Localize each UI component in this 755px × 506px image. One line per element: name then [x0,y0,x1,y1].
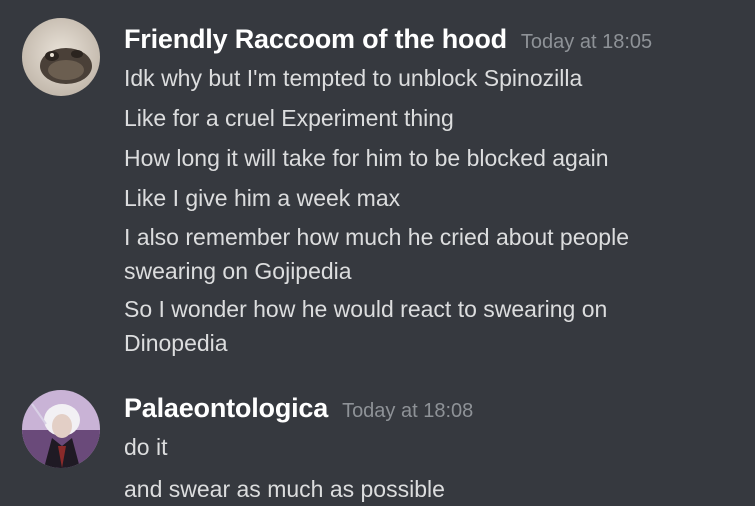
author-name[interactable]: Friendly Raccoom of the hood [124,24,507,54]
message-line: I also remember how much he cried about … [124,224,630,284]
message-timestamp: Today at 18:05 [520,31,653,53]
message-line: How long it will take for him to be bloc… [124,145,609,171]
message-line: Like I give him a week max [124,185,401,211]
message-header: Friendly Raccoom of the hood Today at 18:… [124,24,652,55]
white-haired-character-avatar-icon[interactable] [22,390,100,468]
message-line: do it [124,434,168,460]
message-timestamp: Today at 18:08 [342,400,474,422]
message-line: Like for a cruel Experiment thing [124,105,454,131]
message-line: Idk why but I'm tempted to unblock Spino… [124,65,583,91]
raccoon-avatar-icon[interactable] [22,18,100,96]
author-name[interactable]: Palaeontologica [124,393,328,423]
message-line: and swear as much as possible [124,476,445,502]
message-header: Palaeontologica Today at 18:08 [124,393,473,424]
message-line: So I wonder how he would react to sweari… [124,296,608,356]
